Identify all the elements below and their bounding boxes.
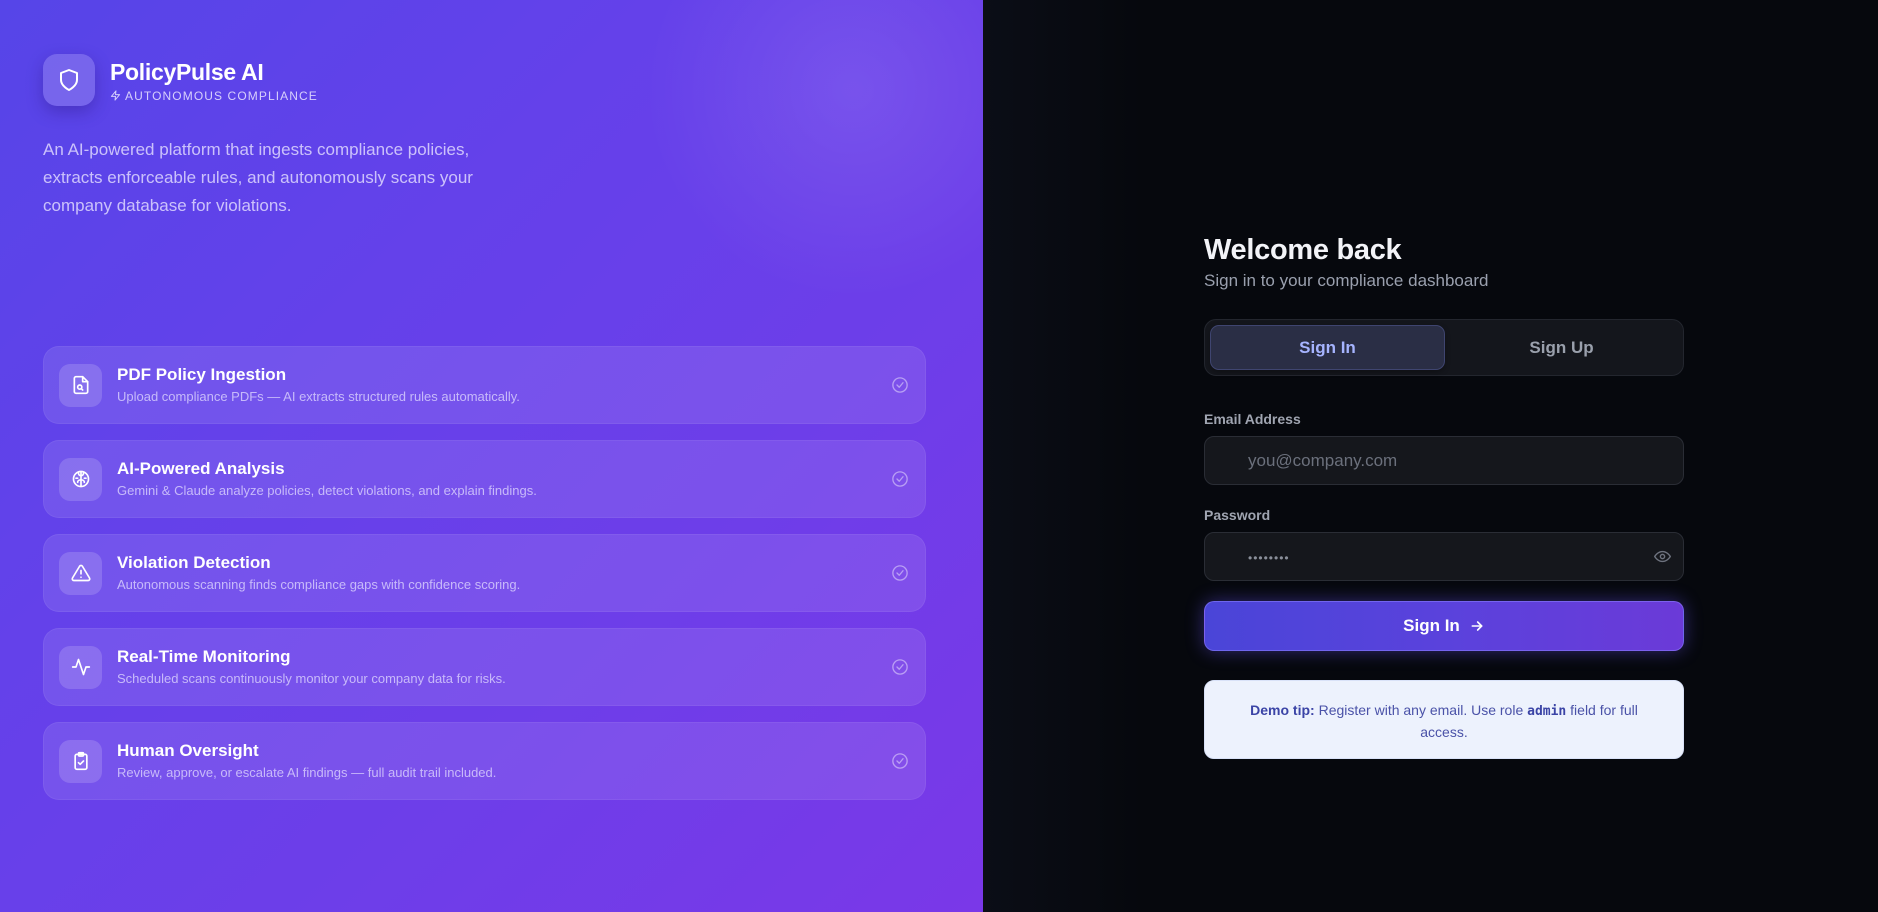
- left-hero-panel: PolicyPulse AI AUTONOMOUS COMPLIANCE An …: [0, 0, 983, 912]
- brand-description: An AI-powered platform that ingests comp…: [43, 140, 473, 215]
- check-circle-icon: [891, 658, 909, 681]
- page-subtitle: Sign in to your compliance dashboard: [1204, 271, 1489, 290]
- demo-tip-prefix: Demo tip:: [1250, 702, 1315, 718]
- auth-panel: Welcome back Sign in to your compliance …: [983, 0, 1878, 912]
- feature-description: Gemini & Claude analyze policies, detect…: [117, 482, 537, 498]
- brand: PolicyPulse AI AUTONOMOUS COMPLIANCE: [43, 54, 318, 106]
- page-title: Welcome back: [1204, 234, 1402, 266]
- sign-in-button-label: Sign In: [1403, 616, 1460, 635]
- brain-icon: [59, 457, 102, 501]
- check-circle-icon: [891, 470, 909, 493]
- file-search-icon: [59, 363, 102, 407]
- auth-tabs: Sign In Sign Up: [1204, 319, 1684, 376]
- feature-title: Human Oversight: [117, 740, 259, 760]
- feature-title: Real-Time Monitoring: [117, 646, 291, 666]
- feature-title: Violation Detection: [117, 552, 271, 572]
- brand-tagline: AUTONOMOUS COMPLIANCE: [110, 89, 318, 103]
- check-circle-icon: [891, 752, 909, 775]
- feature-description: Autonomous scanning finds compliance gap…: [117, 576, 521, 592]
- feature-title: AI-Powered Analysis: [117, 458, 285, 478]
- demo-tip-text: Register with any email. Use role: [1314, 702, 1528, 718]
- feature-card-human-oversight: Human Oversight Review, approve, or esca…: [43, 722, 926, 800]
- feature-card-real-time-monitoring: Real-Time Monitoring Scheduled scans con…: [43, 628, 926, 706]
- clipboard-check-icon: [59, 739, 102, 783]
- demo-tip: Demo tip: Register with any email. Use r…: [1204, 680, 1684, 759]
- feature-description: Upload compliance PDFs — AI extracts str…: [117, 388, 520, 404]
- demo-tip-code: admin: [1527, 704, 1567, 719]
- tab-sign-up[interactable]: Sign Up: [1445, 325, 1678, 370]
- eye-icon[interactable]: [1654, 548, 1671, 570]
- check-circle-icon: [891, 564, 909, 587]
- tab-sign-in[interactable]: Sign In: [1210, 325, 1445, 370]
- feature-card-violation-detection: Violation Detection Autonomous scanning …: [43, 534, 926, 612]
- zap-icon: [110, 90, 121, 101]
- activity-icon: [59, 645, 102, 689]
- shield-icon: [43, 54, 95, 106]
- feature-card-pdf-ingestion: PDF Policy Ingestion Upload compliance P…: [43, 346, 926, 424]
- email-field-wrapper: [1204, 436, 1684, 485]
- brand-name: PolicyPulse AI: [110, 58, 264, 85]
- arrow-right-icon: [1471, 621, 1483, 631]
- feature-list: PDF Policy Ingestion Upload compliance P…: [43, 346, 926, 816]
- feature-title: PDF Policy Ingestion: [117, 364, 287, 384]
- feature-description: Scheduled scans continuously monitor you…: [117, 670, 506, 686]
- email-field[interactable]: [1205, 437, 1683, 484]
- email-label: Email Address: [1204, 411, 1301, 427]
- feature-description: Review, approve, or escalate AI findings…: [117, 764, 497, 780]
- brand-tagline-text: AUTONOMOUS COMPLIANCE: [125, 88, 318, 103]
- check-circle-icon: [891, 376, 909, 399]
- sign-in-button[interactable]: Sign In: [1204, 601, 1684, 651]
- password-field[interactable]: [1205, 533, 1683, 580]
- alert-triangle-icon: [59, 551, 102, 595]
- feature-card-ai-analysis: AI-Powered Analysis Gemini & Claude anal…: [43, 440, 926, 518]
- password-label: Password: [1204, 507, 1271, 523]
- password-field-wrapper: [1204, 532, 1684, 581]
- signin-form: Welcome back Sign in to your compliance …: [1204, 232, 1684, 759]
